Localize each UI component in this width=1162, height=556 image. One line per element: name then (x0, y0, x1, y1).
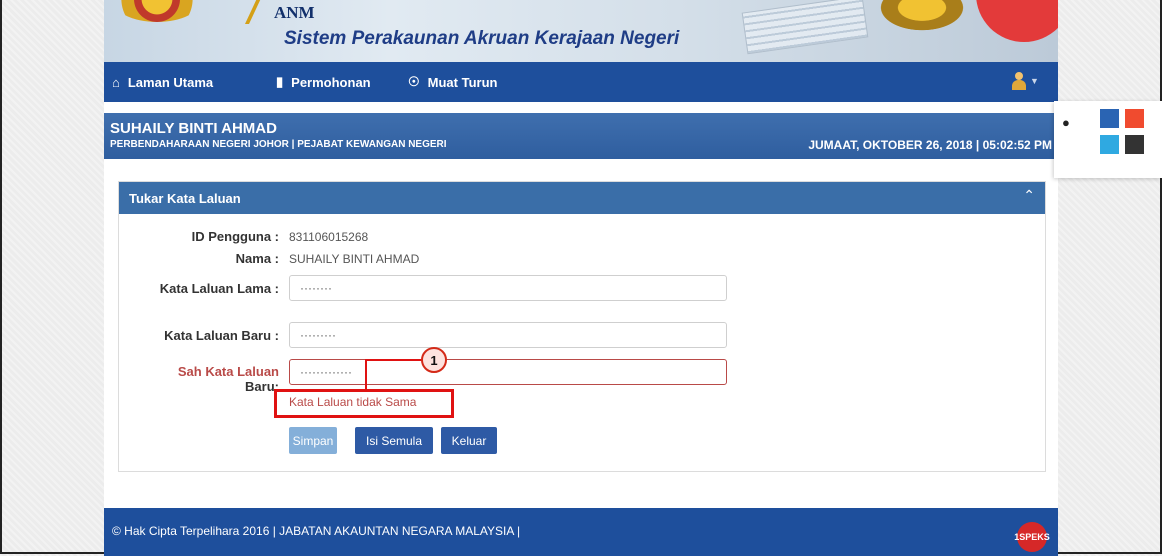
nav-label: Laman Utama (127, 74, 214, 90)
theme-swatch-dark[interactable] (1125, 135, 1144, 154)
old-password-label: Kata Laluan Lama : (159, 281, 279, 296)
old-password-input[interactable]: ········ (289, 275, 727, 301)
theme-swatch-red[interactable] (1125, 109, 1144, 128)
drop-icon: ● (1062, 115, 1070, 130)
nav-item-muat-turun[interactable]: ☉ Muat Turun (408, 62, 497, 102)
flag-decoration (205, 0, 263, 24)
confirm-password-label-line1: Sah Kata Laluan (177, 364, 279, 379)
nav-label: Permohonan (291, 74, 371, 90)
user-organization: PERBENDAHARAAN NEGERI JOHOR | PEJABAT KE… (110, 139, 447, 150)
exit-button[interactable]: Keluar (441, 427, 497, 454)
new-password-input[interactable]: ········· (289, 322, 727, 348)
confirm-password-input[interactable]: ············· (289, 359, 727, 385)
main-navbar: ⌂ Laman Utama ▮ Permohonan ☉ Muat Turun … (104, 62, 1058, 102)
page-footer: © Hak Cipta Terpelihara 2016 | JABATAN A… (104, 508, 1058, 556)
theme-color-picker: ● (1054, 101, 1162, 178)
chevron-down-icon: ▼ (1030, 76, 1039, 86)
save-button[interactable]: Simpan (289, 427, 337, 454)
banner-logo-circle (976, 0, 1058, 42)
panel-title: Tukar Kata Laluan (129, 191, 241, 206)
change-password-panel: Tukar Kata Laluan ⌃ ID Pengguna : 831106… (118, 181, 1046, 472)
theme-swatch-blue[interactable] (1100, 109, 1119, 128)
nav-item-laman-utama[interactable]: ⌂ Laman Utama (112, 62, 213, 102)
nav-label: Muat Turun (427, 74, 498, 90)
chevron-up-icon[interactable]: ⌃ (1023, 187, 1035, 204)
current-datetime: JUMAAT, OKTOBER 26, 2018 | 05:02:52 PM (808, 138, 1052, 152)
header-banner: ANM Sistem Perakaunan Akruan Kerajaan Ne… (104, 0, 1058, 62)
reset-button[interactable]: Isi Semula (355, 427, 433, 454)
book-icon: ▮ (276, 74, 284, 89)
user-id-label: ID Pengguna : (191, 229, 279, 244)
panel-heading: Tukar Kata Laluan ⌃ (119, 182, 1045, 214)
agency-label: ANM (274, 3, 315, 22)
name-label: Nama : (235, 251, 279, 266)
callout-line-vertical (365, 359, 367, 390)
footer-copyright: © Hak Cipta Terpelihara 2016 | JABATAN A… (112, 524, 521, 538)
speks-logo: 1SPEKS (1014, 522, 1050, 552)
banner-document-art (741, 0, 869, 55)
nav-item-permohonan[interactable]: ▮ Permohonan (276, 62, 371, 102)
state-crest-logo (112, 0, 202, 22)
theme-swatch-light-blue[interactable] (1100, 135, 1119, 154)
user-info-bar: SUHAILY BINTI AHMAD PERBENDAHARAAN NEGER… (104, 113, 1058, 159)
new-password-label: Kata Laluan Baru : (164, 328, 279, 343)
confirm-password-label-line2: Baru: (245, 379, 279, 394)
name-value: SUHAILY BINTI AHMAD (289, 252, 420, 266)
user-id-value: 831106015268 (289, 230, 369, 244)
system-title: Sistem Perakaunan Akruan Kerajaan Negeri (284, 28, 680, 49)
callout-line-horizontal (366, 359, 422, 361)
download-icon: ☉ (408, 74, 420, 89)
callout-badge: 1 (421, 347, 447, 373)
royal-crest-logo (874, 0, 970, 34)
callout-highlight-box (274, 389, 454, 418)
home-icon: ⌂ (112, 74, 120, 90)
user-menu[interactable]: ▼ (1012, 72, 1039, 90)
user-name: SUHAILY BINTI AHMAD (110, 120, 277, 137)
page-container: ANM Sistem Perakaunan Akruan Kerajaan Ne… (104, 0, 1058, 556)
user-avatar-icon (1012, 72, 1026, 90)
